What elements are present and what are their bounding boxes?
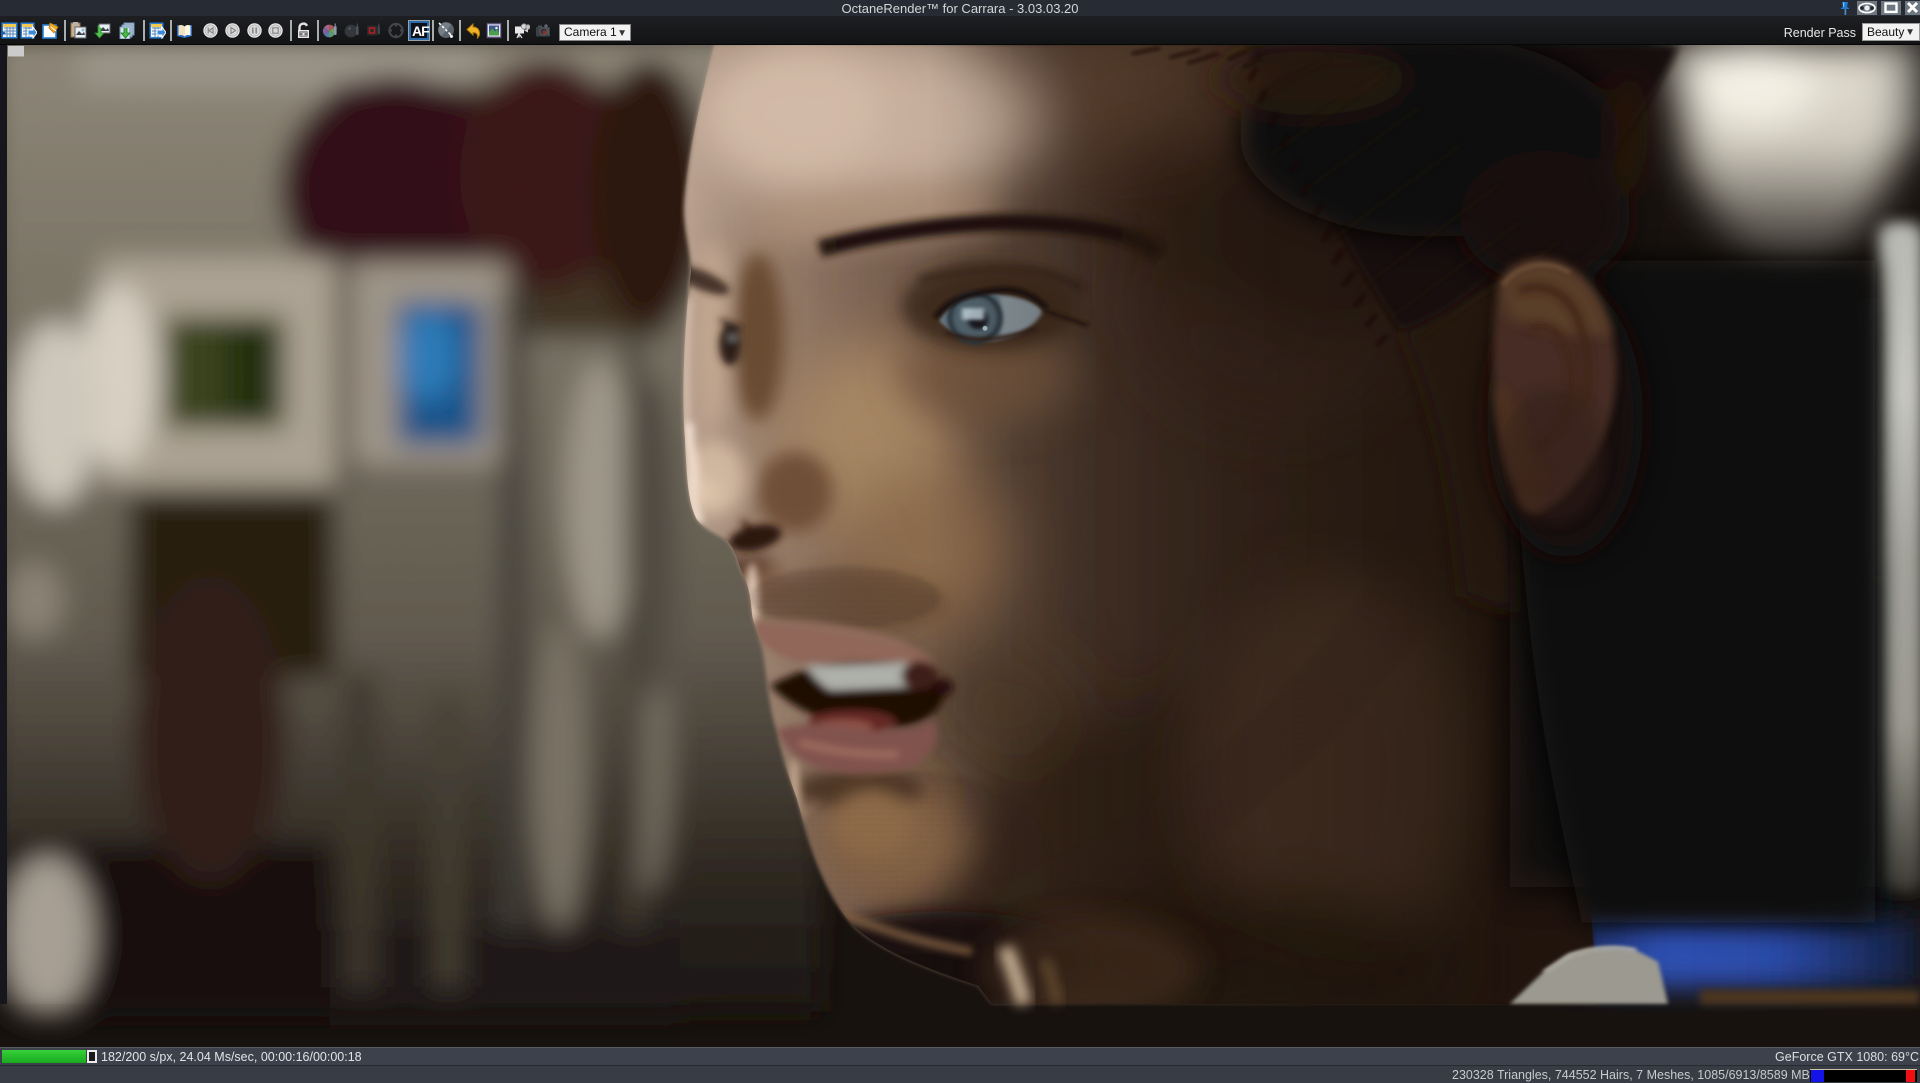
svg-text:AF: AF — [412, 23, 430, 39]
